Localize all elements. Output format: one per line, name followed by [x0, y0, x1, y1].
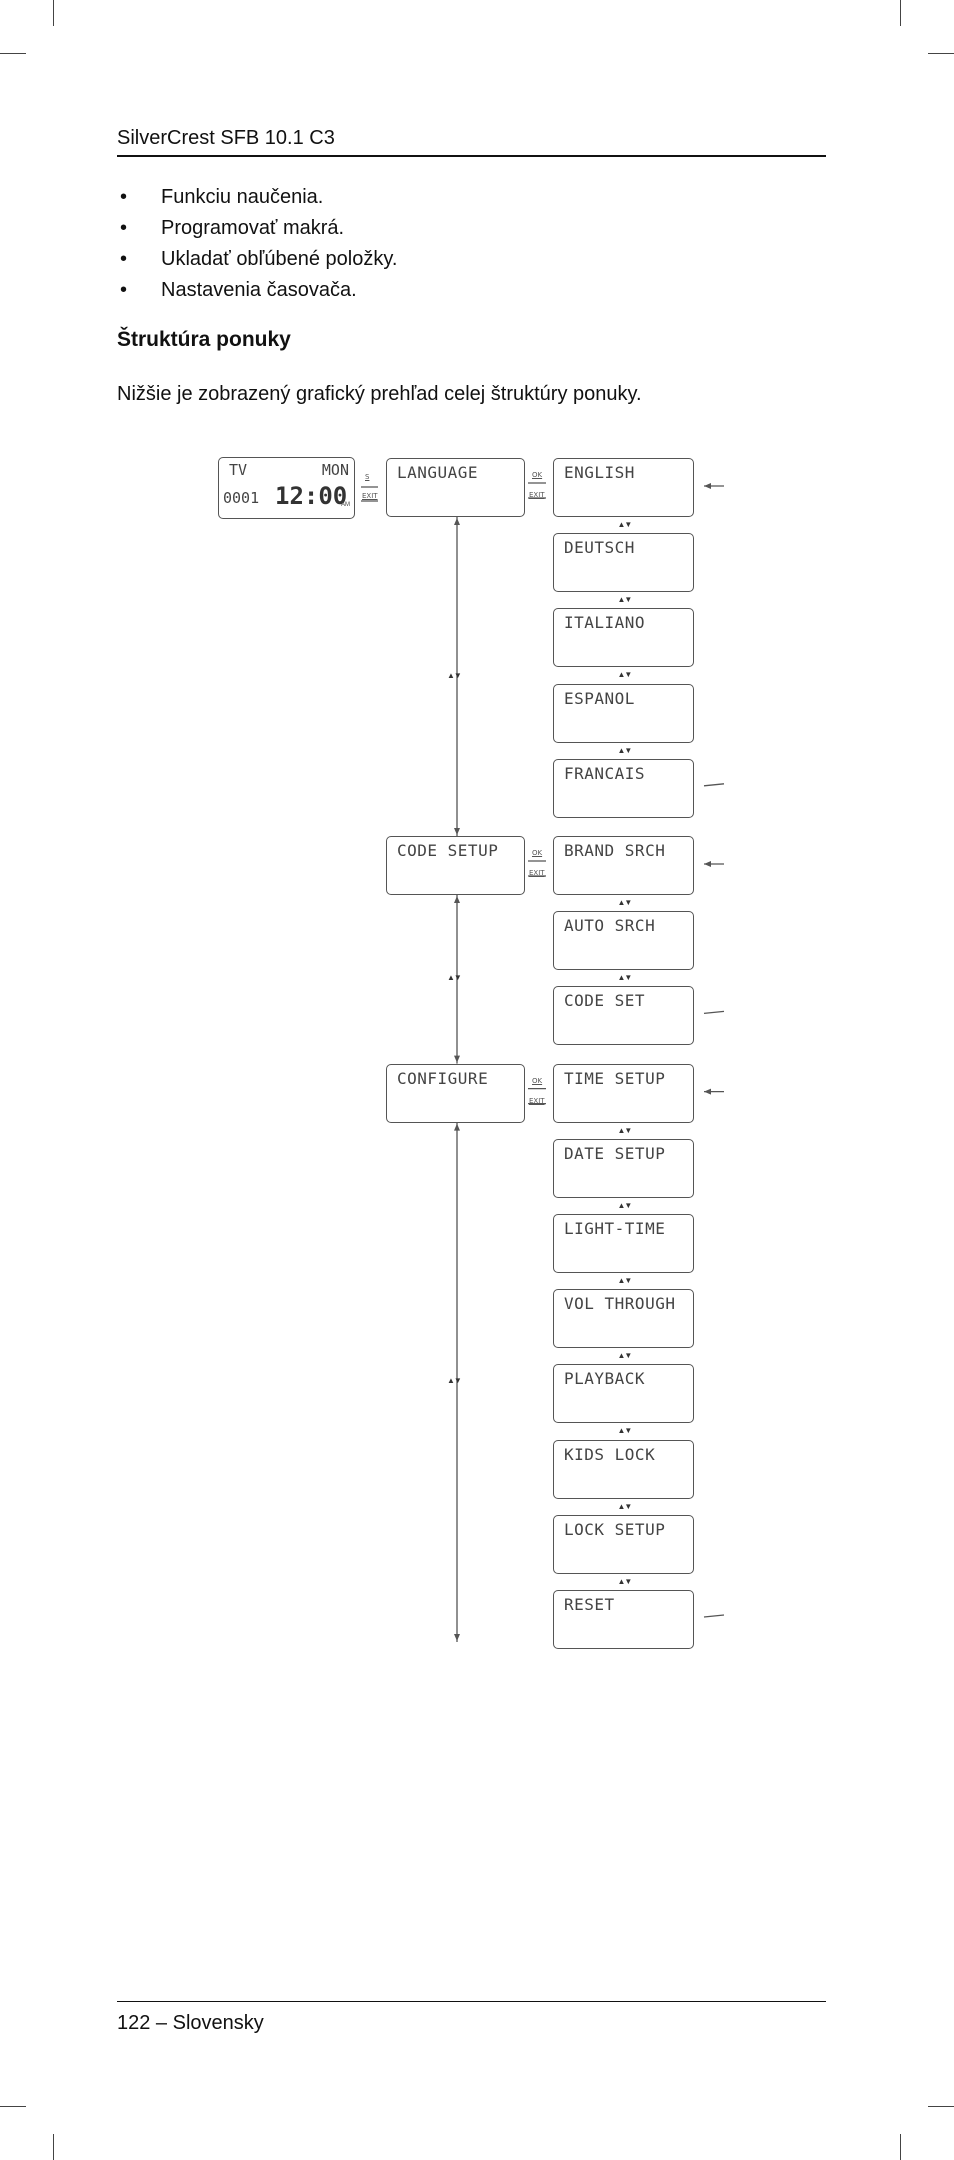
up-down-icon: ▲▼ [617, 1426, 633, 1436]
arrow-head [704, 1088, 711, 1095]
submenu-item[interactable]: ENGLISH [553, 458, 694, 517]
menu-label: CODE SET [564, 991, 646, 1011]
submenu-item[interactable]: KIDS LOCK [553, 1439, 694, 1499]
menu-box-configure[interactable]: CONFIGURE [386, 1063, 525, 1123]
ok-key-label: OK [532, 849, 543, 857]
menu-label: VOL THROUGH [564, 1294, 676, 1314]
loop-line [703, 1010, 725, 1015]
exit-key-label: EXIT [529, 491, 545, 499]
arrow-down-icon [454, 1055, 460, 1063]
lcd-mode: TV [229, 461, 248, 479]
menu-label: BRAND SRCH [564, 841, 666, 860]
footer-rule [117, 2001, 826, 2002]
menu-label: DATE SETUP [564, 1143, 666, 1163]
submenu-item[interactable]: VOL THROUGH [553, 1289, 694, 1349]
submenu-item[interactable]: FRANCAIS [553, 758, 694, 818]
arrow-up-icon [454, 1123, 460, 1131]
lcd-day: MON [321, 461, 349, 479]
menu-label: FRANCAIS [564, 763, 646, 783]
up-down-icon: ▲▼ [617, 1276, 633, 1285]
submenu-item[interactable]: PLAYBACK [553, 1364, 694, 1424]
exit-key-label: EXIT [362, 492, 378, 500]
menu-label: ENGLISH [564, 463, 635, 482]
arrow-head [704, 483, 711, 489]
submenu-item[interactable]: CODE SET [553, 986, 694, 1046]
up-down-icon: ▲▼ [617, 1200, 633, 1210]
submenu-item[interactable]: BRAND SRCH [553, 836, 694, 895]
submenu-item[interactable]: LOCK SETUP [553, 1514, 694, 1574]
menu-label: CONFIGURE [397, 1068, 489, 1088]
up-down-icon: ▲▼ [617, 1351, 633, 1361]
ok-key-label: OK [532, 1076, 543, 1085]
menu-label: DEUTSCH [564, 538, 635, 558]
menu-label: KIDS LOCK [564, 1444, 656, 1464]
menu-label: RESET [564, 1595, 615, 1614]
page-number: 122 – Slovensky [117, 2012, 264, 2034]
up-down-icon: ▲▼ [617, 670, 633, 680]
submenu-item[interactable]: RESET [553, 1590, 694, 1649]
lcd-code: 0001 [223, 489, 260, 507]
enter-key-label: S [365, 473, 370, 481]
ok-key-label: OK [532, 471, 543, 479]
up-down-icon: ▲▼ [617, 898, 633, 907]
exit-key-label: EXIT [529, 1096, 545, 1105]
up-down-icon: ▲▼ [447, 1376, 462, 1386]
up-down-icon: ▲▼ [617, 745, 633, 755]
arrow-down-icon [454, 828, 460, 835]
arrow-up-icon [454, 896, 460, 903]
up-down-icon: ▲▼ [617, 595, 633, 605]
menu-label: PLAYBACK [564, 1369, 646, 1389]
menu-label: LOCK SETUP [564, 1519, 666, 1539]
menu-label: LANGUAGE [397, 463, 479, 482]
menu-label: ESPANOL [564, 688, 635, 708]
menu-box-code-setup[interactable]: CODE SETUP [386, 836, 525, 895]
loop-line [703, 1614, 725, 1618]
home-screen-lcd: TV MON 0001 12:00 AM [218, 457, 355, 519]
menu-label: TIME SETUP [564, 1068, 666, 1088]
menu-label: LIGHT-TIME [564, 1219, 666, 1238]
arrow-head [704, 861, 711, 867]
menu-label: CODE SETUP [397, 841, 499, 860]
menu-label: ITALIANO [564, 613, 646, 633]
menu-box-language[interactable]: LANGUAGE [386, 458, 525, 517]
submenu-item[interactable]: ESPANOL [553, 683, 694, 743]
up-down-icon: ▲▼ [617, 1125, 633, 1135]
exit-key-label: EXIT [529, 869, 545, 877]
submenu-item[interactable]: DATE SETUP [553, 1138, 694, 1198]
up-down-icon: ▲▼ [617, 973, 633, 983]
loop-line [703, 783, 725, 787]
arrow-up-icon [454, 518, 460, 525]
lcd-time: 12:00 [275, 482, 348, 510]
submenu-item[interactable]: ITALIANO [553, 608, 694, 668]
up-down-icon: ▲▼ [617, 520, 633, 529]
up-down-icon: ▲▼ [617, 1501, 633, 1511]
up-down-icon: ▲▼ [447, 670, 462, 680]
submenu-item[interactable]: DEUTSCH [553, 533, 694, 593]
arrow-down-icon [454, 1634, 460, 1641]
submenu-item[interactable]: AUTO SRCH [553, 911, 694, 971]
up-down-icon: ▲▼ [447, 973, 462, 983]
submenu-item[interactable]: TIME SETUP [553, 1063, 694, 1123]
up-down-icon: ▲▼ [617, 1576, 633, 1586]
lcd-ampm: AM [341, 502, 350, 508]
submenu-item[interactable]: LIGHT-TIME [553, 1214, 694, 1273]
menu-label: AUTO SRCH [564, 916, 656, 936]
